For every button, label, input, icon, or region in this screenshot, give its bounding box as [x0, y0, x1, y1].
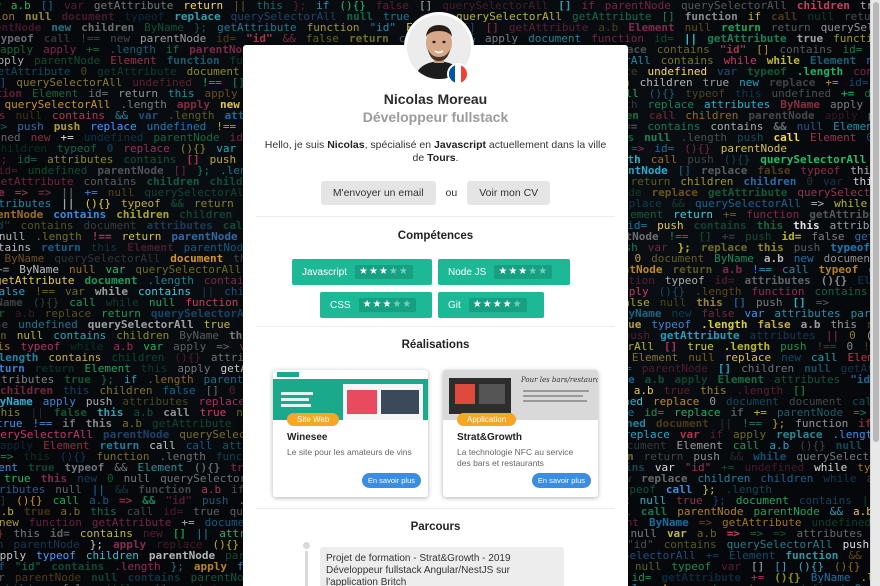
divider — [256, 216, 615, 217]
flag-red — [461, 65, 467, 83]
thumb-image — [479, 384, 505, 404]
stars-filled: ★★★ — [498, 266, 529, 277]
thumb-logo — [277, 372, 299, 377]
thumb-line — [523, 395, 583, 397]
page-scrollbar[interactable] — [870, 0, 880, 586]
star-rating: ★★★★★ — [355, 265, 413, 279]
stars-empty: ★ — [512, 299, 523, 310]
france-flag-icon — [447, 63, 469, 85]
project-title: Winesee — [287, 432, 328, 443]
thumb-image — [381, 390, 419, 414]
or-label: ou — [445, 187, 458, 199]
thumb-line — [281, 392, 313, 395]
stars-empty: ★★ — [392, 299, 413, 310]
learn-more-button[interactable]: En savoir plus — [531, 473, 591, 488]
timeline-entry-title: Projet de formation - Strat&Growth - 201… — [326, 553, 511, 564]
intro-tech: Javascript — [434, 139, 486, 151]
profile-name: Nicolas Moreau — [383, 91, 488, 107]
project-title: Strat&Growth — [457, 432, 522, 443]
thumb-image — [455, 384, 475, 404]
project-card-winesee: Site Web Winesee Le site pour les amateu… — [273, 370, 428, 497]
thumb-line — [523, 390, 589, 392]
intro-end: . — [455, 152, 459, 164]
star-rating: ★★★★★ — [468, 298, 527, 312]
skill-css: CSS ★★★★★ — [320, 292, 432, 318]
intro-city: Tours — [427, 152, 456, 164]
project-card-stratgrowth: Pour les bars/restaurants Application St… — [443, 370, 598, 497]
profile-role: Développeur fullstack — [362, 109, 509, 125]
intro-mid: , spécialisé en — [364, 139, 435, 151]
thumb-image — [347, 390, 377, 414]
divider — [256, 508, 615, 509]
intro-text: Hello, je suis Nicolas, spécialisé en Ja… — [260, 139, 611, 165]
timeline-entry-line: l'application Britch — [326, 577, 407, 586]
timeline-dot — [301, 540, 312, 551]
skill-javascript: Javascript ★★★★★ — [292, 259, 432, 285]
profile-card — [243, 45, 628, 586]
skill-label: Git — [448, 299, 461, 311]
cv-button[interactable]: Voir mon CV — [467, 181, 551, 205]
project-tag: Site Web — [287, 413, 340, 426]
intro-prefix: Hello, je suis — [264, 139, 328, 151]
skill-nodejs: Node JS ★★★★★ — [438, 259, 570, 285]
email-button[interactable]: M'envoyer un email — [320, 181, 436, 205]
stars-empty: ★★ — [388, 266, 409, 277]
scrollbar-thumb[interactable] — [873, 2, 879, 442]
timeline-entry: Projet de formation - Strat&Growth - 201… — [320, 547, 564, 586]
thumb-caption: Pour les bars/restaurants — [521, 376, 598, 384]
stars-filled: ★★★★ — [472, 299, 513, 310]
project-description: La technologie NFC au service des bars e… — [457, 447, 574, 468]
divider — [256, 326, 615, 327]
project-tag: Application — [457, 413, 517, 426]
skill-label: CSS — [330, 299, 351, 311]
thumb-line — [281, 404, 311, 407]
timeline-entry-line: Développeur fullstack Angular/NestJS sur — [326, 565, 510, 576]
skills-title: Compétences — [397, 230, 474, 242]
stars-filled: ★★★ — [362, 299, 393, 310]
learn-more-button[interactable]: En savoir plus — [361, 473, 421, 488]
project-description: Le site pour les amateurs de vins — [287, 447, 412, 457]
skill-label: Javascript — [302, 266, 348, 278]
star-rating: ★★★★★ — [494, 265, 553, 279]
projects-title: Réalisations — [401, 339, 470, 351]
skill-label: Node JS — [448, 266, 487, 278]
stars-empty: ★★ — [528, 266, 549, 277]
contact-actions: M'envoyer un email ou Voir mon CV — [243, 181, 628, 205]
thumb-line — [523, 400, 587, 402]
timeline-title: Parcours — [410, 521, 461, 533]
skill-git: Git ★★★★★ — [438, 292, 544, 318]
star-rating: ★★★★★ — [358, 298, 417, 312]
thumb-line — [281, 398, 309, 401]
stars-filled: ★★★ — [359, 266, 389, 277]
intro-name: Nicolas — [327, 139, 365, 151]
